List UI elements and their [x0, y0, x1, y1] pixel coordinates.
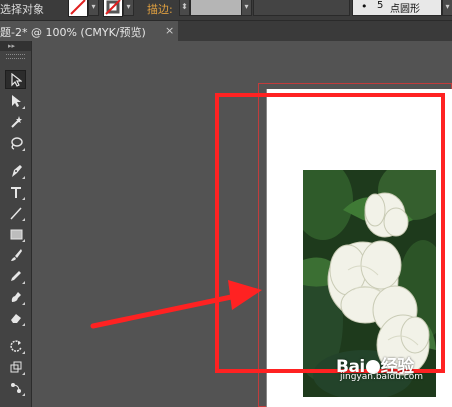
annotation-arrow-icon — [90, 280, 262, 329]
watermark-url: jingyan.baidu.com — [340, 372, 424, 382]
